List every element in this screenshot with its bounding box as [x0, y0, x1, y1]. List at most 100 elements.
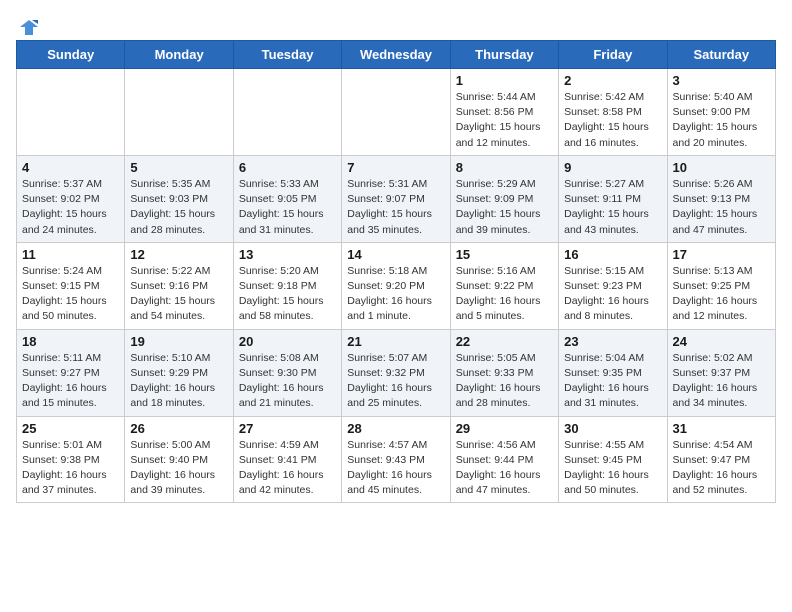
calendar-cell	[17, 69, 125, 156]
day-number: 23	[564, 334, 661, 349]
day-info: Sunrise: 5:02 AM Sunset: 9:37 PM Dayligh…	[673, 351, 770, 412]
day-number: 18	[22, 334, 119, 349]
calendar-cell: 2 Sunrise: 5:42 AM Sunset: 8:58 PM Daylig…	[559, 69, 667, 156]
calendar-cell: 12 Sunrise: 5:22 AM Sunset: 9:16 PM Dayli…	[125, 242, 233, 329]
weekday-header-thursday: Thursday	[450, 41, 558, 69]
day-number: 5	[130, 160, 227, 175]
day-info: Sunrise: 5:10 AM Sunset: 9:29 PM Dayligh…	[130, 351, 227, 412]
calendar-cell: 7Sunrise: 5:31 AM Sunset: 9:07 PM Daylig…	[342, 155, 450, 242]
weekday-header-monday: Monday	[125, 41, 233, 69]
day-number: 28	[347, 421, 444, 436]
day-number: 12	[130, 247, 227, 262]
day-number: 25	[22, 421, 119, 436]
weekday-header-friday: Friday	[559, 41, 667, 69]
calendar-cell: 17 Sunrise: 5:13 AM Sunset: 9:25 PM Dayli…	[667, 242, 775, 329]
day-number: 13	[239, 247, 336, 262]
calendar-cell: 22 Sunrise: 5:05 AM Sunset: 9:33 PM Dayli…	[450, 329, 558, 416]
calendar-cell: 6 Sunrise: 5:33 AM Sunset: 9:05 PM Daylig…	[233, 155, 341, 242]
day-info: Sunrise: 5:20 AM Sunset: 9:18 PM Dayligh…	[239, 264, 336, 325]
calendar-cell	[233, 69, 341, 156]
day-info: Sunrise: 5:33 AM Sunset: 9:05 PM Dayligh…	[239, 177, 336, 238]
weekday-header-wednesday: Wednesday	[342, 41, 450, 69]
day-number: 22	[456, 334, 553, 349]
logo	[16, 16, 40, 38]
day-info: Sunrise: 5:44 AM Sunset: 8:56 PM Dayligh…	[456, 90, 553, 151]
day-number: 3	[673, 73, 770, 88]
day-number: 26	[130, 421, 227, 436]
calendar-cell: 28Sunrise: 4:57 AM Sunset: 9:43 PM Dayli…	[342, 416, 450, 503]
day-info: Sunrise: 5:05 AM Sunset: 9:33 PM Dayligh…	[456, 351, 553, 412]
calendar-week-3: 11 Sunrise: 5:24 AM Sunset: 9:15 PM Dayli…	[17, 242, 776, 329]
day-info: Sunrise: 5:40 AM Sunset: 9:00 PM Dayligh…	[673, 90, 770, 151]
day-info: Sunrise: 5:29 AM Sunset: 9:09 PM Dayligh…	[456, 177, 553, 238]
calendar-cell: 11 Sunrise: 5:24 AM Sunset: 9:15 PM Dayli…	[17, 242, 125, 329]
day-number: 11	[22, 247, 119, 262]
calendar-cell: 10 Sunrise: 5:26 AM Sunset: 9:13 PM Dayli…	[667, 155, 775, 242]
calendar-cell: 21Sunrise: 5:07 AM Sunset: 9:32 PM Dayli…	[342, 329, 450, 416]
day-info: Sunrise: 5:35 AM Sunset: 9:03 PM Dayligh…	[130, 177, 227, 238]
calendar-week-1: 1 Sunrise: 5:44 AM Sunset: 8:56 PM Daylig…	[17, 69, 776, 156]
calendar-cell: 23Sunrise: 5:04 AM Sunset: 9:35 PM Dayli…	[559, 329, 667, 416]
day-number: 2	[564, 73, 661, 88]
day-info: Sunrise: 5:37 AM Sunset: 9:02 PM Dayligh…	[22, 177, 119, 238]
day-number: 20	[239, 334, 336, 349]
logo-icon	[18, 16, 40, 38]
day-number: 8	[456, 160, 553, 175]
calendar-cell: 20 Sunrise: 5:08 AM Sunset: 9:30 PM Dayli…	[233, 329, 341, 416]
day-info: Sunrise: 5:42 AM Sunset: 8:58 PM Dayligh…	[564, 90, 661, 151]
day-info: Sunrise: 5:13 AM Sunset: 9:25 PM Dayligh…	[673, 264, 770, 325]
calendar-cell: 15Sunrise: 5:16 AM Sunset: 9:22 PM Dayli…	[450, 242, 558, 329]
day-number: 10	[673, 160, 770, 175]
day-number: 7	[347, 160, 444, 175]
day-number: 17	[673, 247, 770, 262]
calendar-table: SundayMondayTuesdayWednesdayThursdayFrid…	[16, 40, 776, 503]
calendar-cell	[342, 69, 450, 156]
calendar-cell: 24 Sunrise: 5:02 AM Sunset: 9:37 PM Dayli…	[667, 329, 775, 416]
day-number: 24	[673, 334, 770, 349]
calendar-cell: 29 Sunrise: 4:56 AM Sunset: 9:44 PM Dayli…	[450, 416, 558, 503]
day-info: Sunrise: 4:55 AM Sunset: 9:45 PM Dayligh…	[564, 438, 661, 499]
calendar-cell: 18 Sunrise: 5:11 AM Sunset: 9:27 PM Dayli…	[17, 329, 125, 416]
day-info: Sunrise: 5:24 AM Sunset: 9:15 PM Dayligh…	[22, 264, 119, 325]
calendar-week-2: 4Sunrise: 5:37 AM Sunset: 9:02 PM Daylig…	[17, 155, 776, 242]
day-info: Sunrise: 4:56 AM Sunset: 9:44 PM Dayligh…	[456, 438, 553, 499]
calendar-cell: 16Sunrise: 5:15 AM Sunset: 9:23 PM Dayli…	[559, 242, 667, 329]
day-number: 14	[347, 247, 444, 262]
day-info: Sunrise: 5:07 AM Sunset: 9:32 PM Dayligh…	[347, 351, 444, 412]
calendar-cell: 8 Sunrise: 5:29 AM Sunset: 9:09 PM Daylig…	[450, 155, 558, 242]
weekday-header-row: SundayMondayTuesdayWednesdayThursdayFrid…	[17, 41, 776, 69]
calendar-cell: 1 Sunrise: 5:44 AM Sunset: 8:56 PM Daylig…	[450, 69, 558, 156]
weekday-header-sunday: Sunday	[17, 41, 125, 69]
calendar-cell: 13 Sunrise: 5:20 AM Sunset: 9:18 PM Dayli…	[233, 242, 341, 329]
day-info: Sunrise: 5:00 AM Sunset: 9:40 PM Dayligh…	[130, 438, 227, 499]
calendar-cell: 19Sunrise: 5:10 AM Sunset: 9:29 PM Dayli…	[125, 329, 233, 416]
calendar-cell: 5 Sunrise: 5:35 AM Sunset: 9:03 PM Daylig…	[125, 155, 233, 242]
day-number: 16	[564, 247, 661, 262]
day-info: Sunrise: 5:26 AM Sunset: 9:13 PM Dayligh…	[673, 177, 770, 238]
calendar-cell: 3 Sunrise: 5:40 AM Sunset: 9:00 PM Daylig…	[667, 69, 775, 156]
day-info: Sunrise: 5:08 AM Sunset: 9:30 PM Dayligh…	[239, 351, 336, 412]
title-section	[40, 16, 776, 18]
day-info: Sunrise: 4:54 AM Sunset: 9:47 PM Dayligh…	[673, 438, 770, 499]
day-number: 6	[239, 160, 336, 175]
calendar-body: 1 Sunrise: 5:44 AM Sunset: 8:56 PM Daylig…	[17, 69, 776, 503]
calendar-cell: 30 Sunrise: 4:55 AM Sunset: 9:45 PM Dayli…	[559, 416, 667, 503]
calendar-cell: 26 Sunrise: 5:00 AM Sunset: 9:40 PM Dayli…	[125, 416, 233, 503]
day-number: 9	[564, 160, 661, 175]
day-info: Sunrise: 4:59 AM Sunset: 9:41 PM Dayligh…	[239, 438, 336, 499]
day-info: Sunrise: 5:22 AM Sunset: 9:16 PM Dayligh…	[130, 264, 227, 325]
day-number: 31	[673, 421, 770, 436]
weekday-header-saturday: Saturday	[667, 41, 775, 69]
day-info: Sunrise: 5:27 AM Sunset: 9:11 PM Dayligh…	[564, 177, 661, 238]
day-number: 1	[456, 73, 553, 88]
day-number: 30	[564, 421, 661, 436]
day-info: Sunrise: 5:01 AM Sunset: 9:38 PM Dayligh…	[22, 438, 119, 499]
calendar-cell: 9 Sunrise: 5:27 AM Sunset: 9:11 PM Daylig…	[559, 155, 667, 242]
day-info: Sunrise: 5:16 AM Sunset: 9:22 PM Dayligh…	[456, 264, 553, 325]
day-number: 27	[239, 421, 336, 436]
calendar-cell: 27 Sunrise: 4:59 AM Sunset: 9:41 PM Dayli…	[233, 416, 341, 503]
day-number: 29	[456, 421, 553, 436]
day-info: Sunrise: 5:18 AM Sunset: 9:20 PM Dayligh…	[347, 264, 444, 325]
day-info: Sunrise: 5:11 AM Sunset: 9:27 PM Dayligh…	[22, 351, 119, 412]
calendar-cell	[125, 69, 233, 156]
